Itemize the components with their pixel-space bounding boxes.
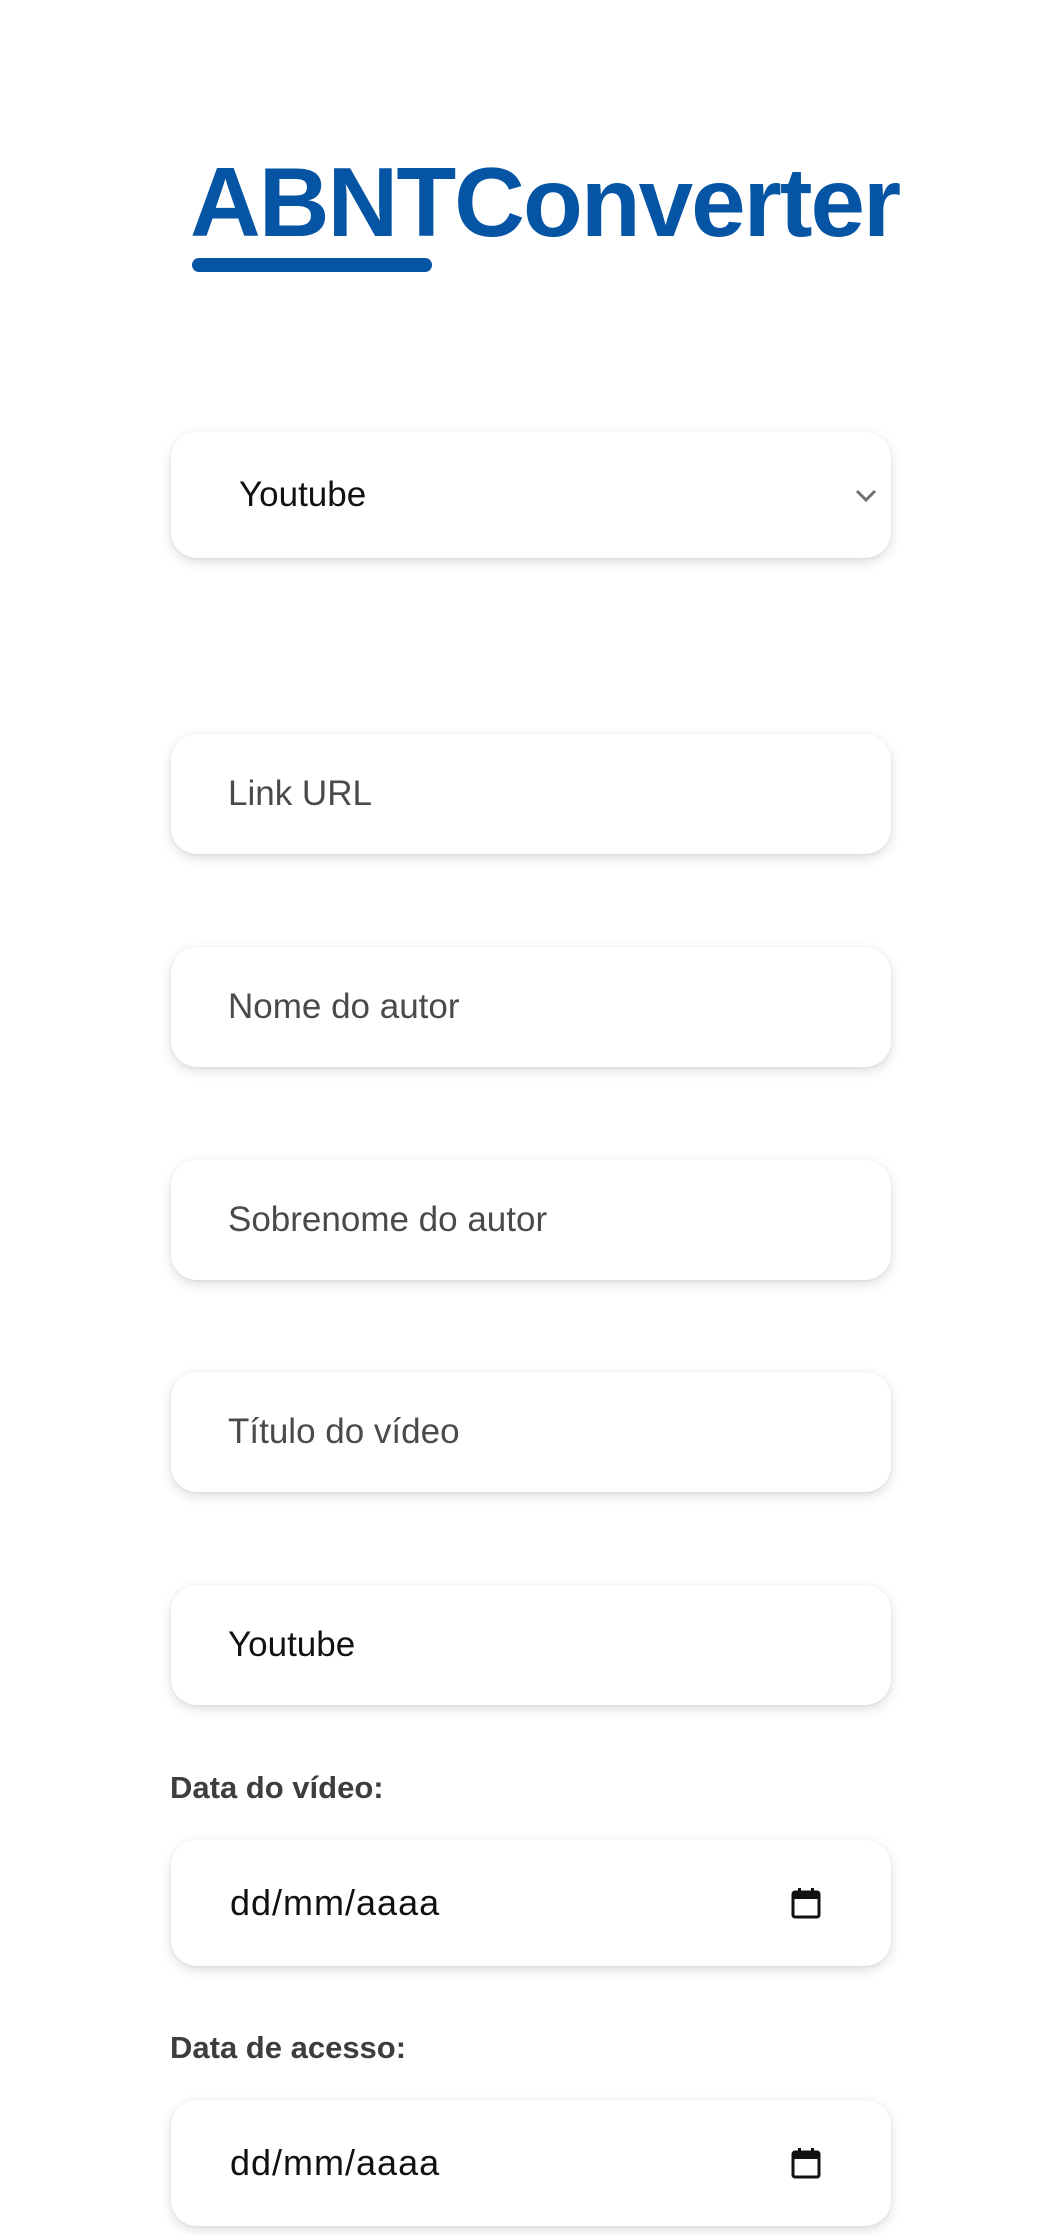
calendar-icon[interactable] (791, 2147, 821, 2179)
access-date-label: Data de acesso: (170, 2030, 407, 2065)
author-first-name-input[interactable]: Nome do autor (171, 947, 891, 1067)
page: ABNTConverter Youtube Link URL Nome do a… (0, 0, 1059, 2235)
link-url-placeholder: Link URL (228, 774, 372, 813)
platform-input[interactable]: Youtube (171, 1585, 891, 1705)
video-date-input[interactable]: dd/mm/aaaa (171, 1840, 891, 1966)
logo-underline (192, 258, 432, 272)
access-date-input[interactable]: dd/mm/aaaa (171, 2100, 891, 2226)
author-first-name-placeholder: Nome do autor (228, 987, 460, 1026)
author-last-name-placeholder: Sobrenome do autor (228, 1200, 548, 1239)
author-last-name-input[interactable]: Sobrenome do autor (171, 1160, 891, 1280)
video-title-placeholder: Título do vídeo (228, 1412, 460, 1451)
source-type-selected-value: Youtube (239, 475, 367, 514)
platform-value: Youtube (228, 1625, 356, 1664)
chevron-down-icon (855, 489, 877, 503)
video-date-label: Data do vídeo: (170, 1770, 384, 1805)
calendar-icon[interactable] (791, 1887, 821, 1919)
video-title-input[interactable]: Título do vídeo (171, 1372, 891, 1492)
link-url-input[interactable]: Link URL (171, 734, 891, 854)
app-logo: ABNTConverter (190, 147, 901, 257)
source-type-select[interactable]: Youtube (171, 432, 891, 558)
